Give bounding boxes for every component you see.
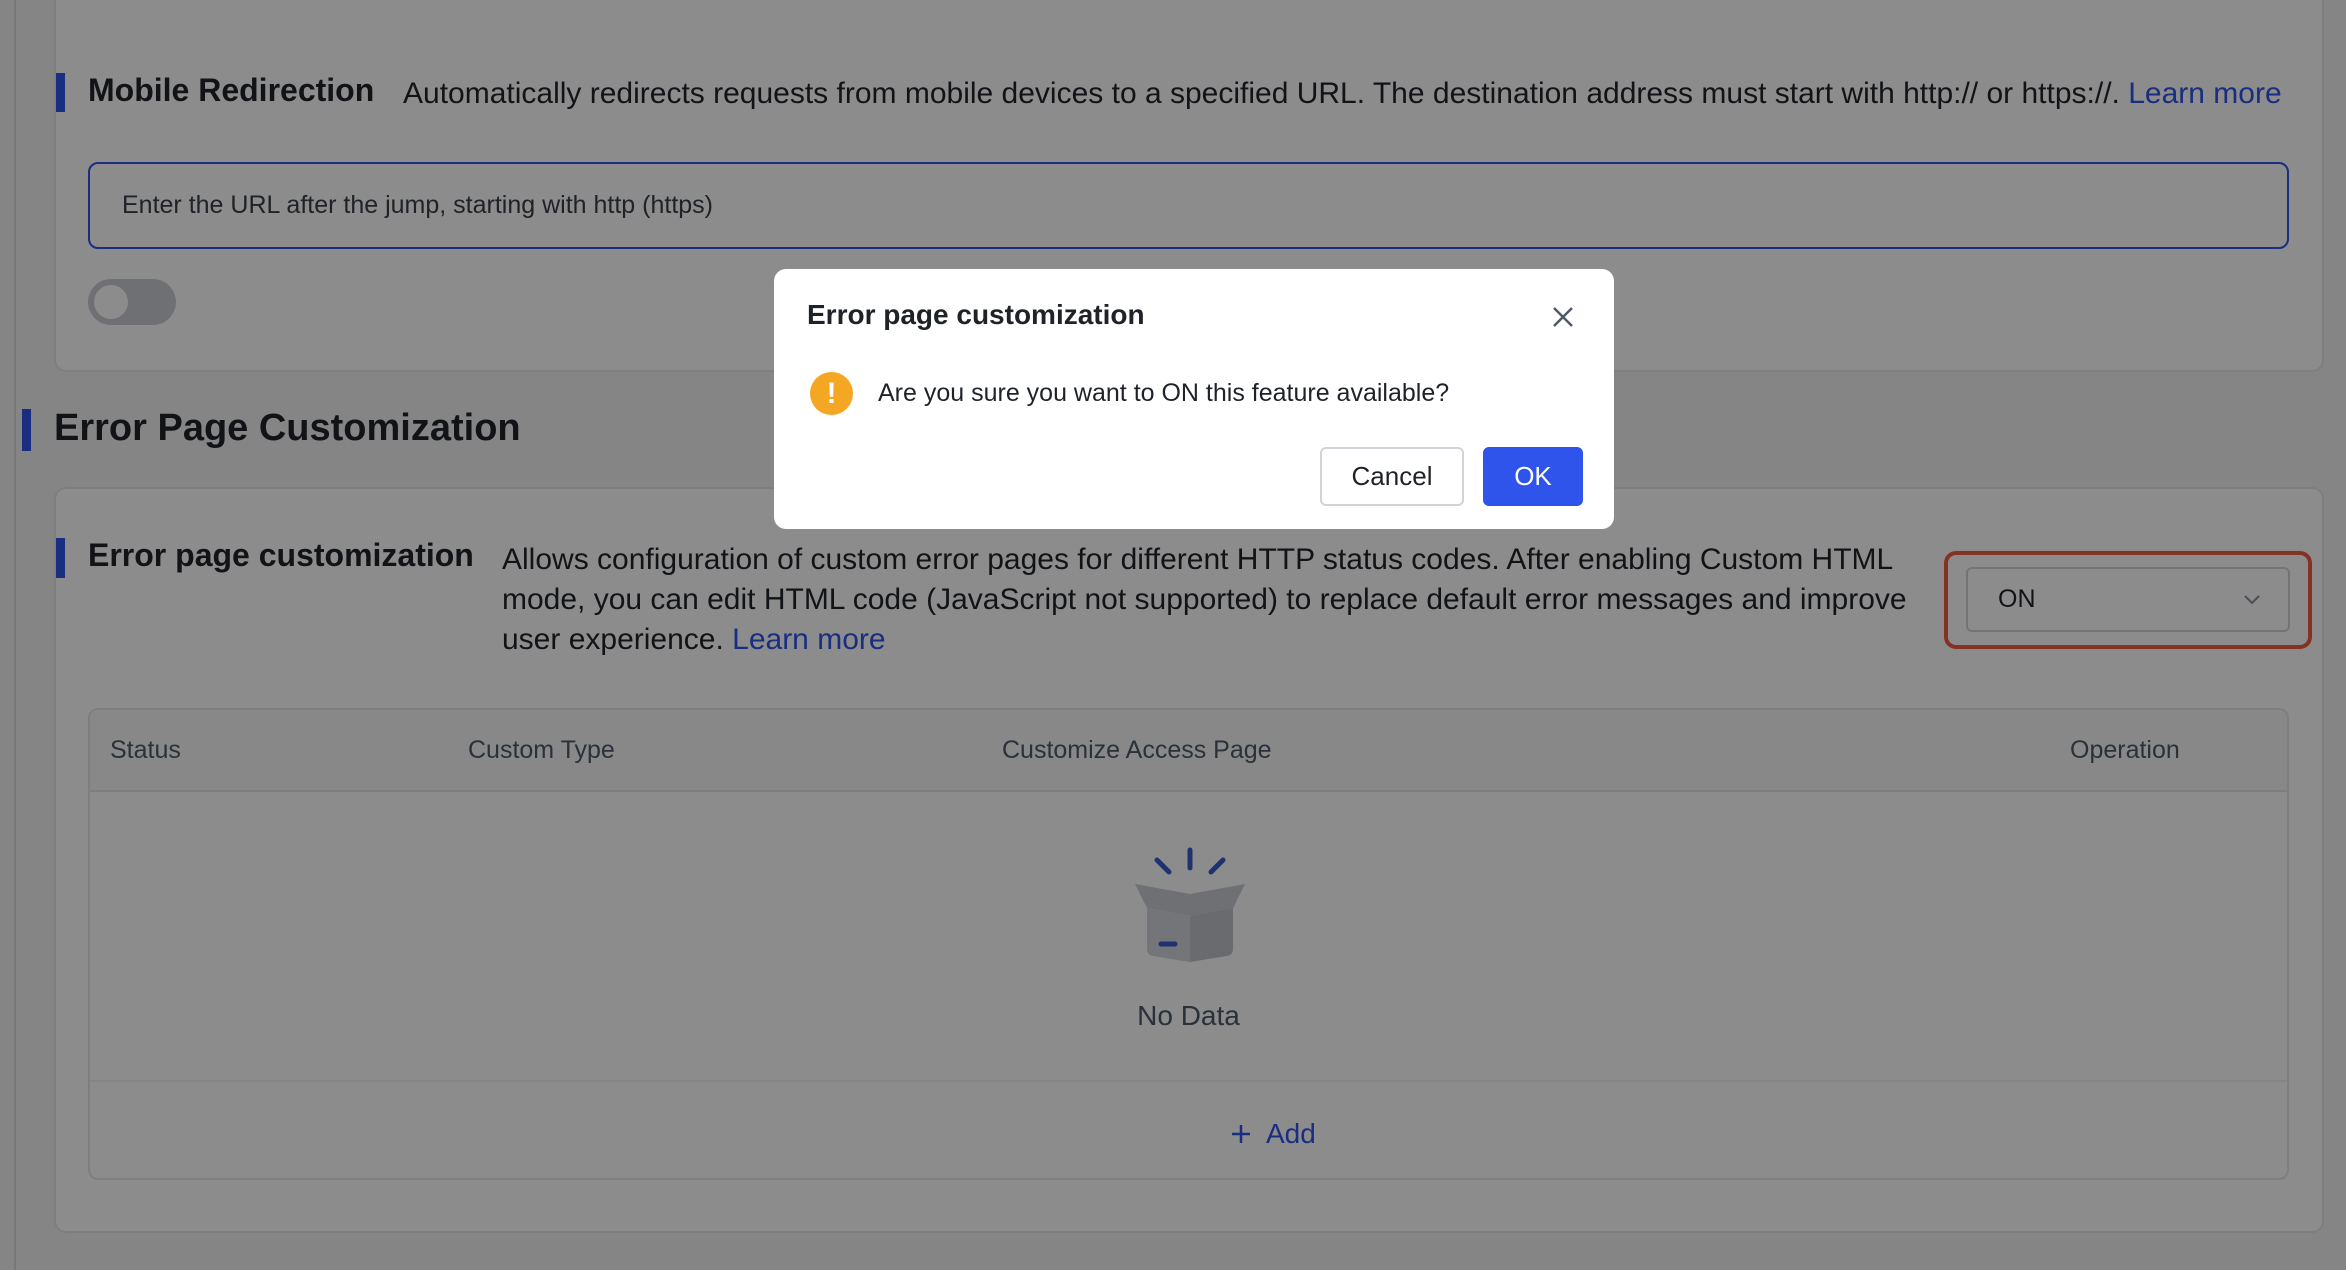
- close-icon[interactable]: [1551, 305, 1575, 329]
- page: Mobile Redirection Automatically redirec…: [0, 0, 2346, 1270]
- dialog-title: Error page customization: [807, 299, 1145, 330]
- cancel-button[interactable]: Cancel: [1320, 447, 1464, 506]
- exclamation-icon: !: [810, 372, 853, 415]
- ok-button[interactable]: OK: [1483, 447, 1583, 506]
- dialog-message: Are you sure you want to ON this feature…: [878, 379, 1450, 407]
- modal-overlay[interactable]: [0, 0, 2346, 1270]
- confirm-dialog: Error page customization ! Are you sure …: [774, 269, 1614, 529]
